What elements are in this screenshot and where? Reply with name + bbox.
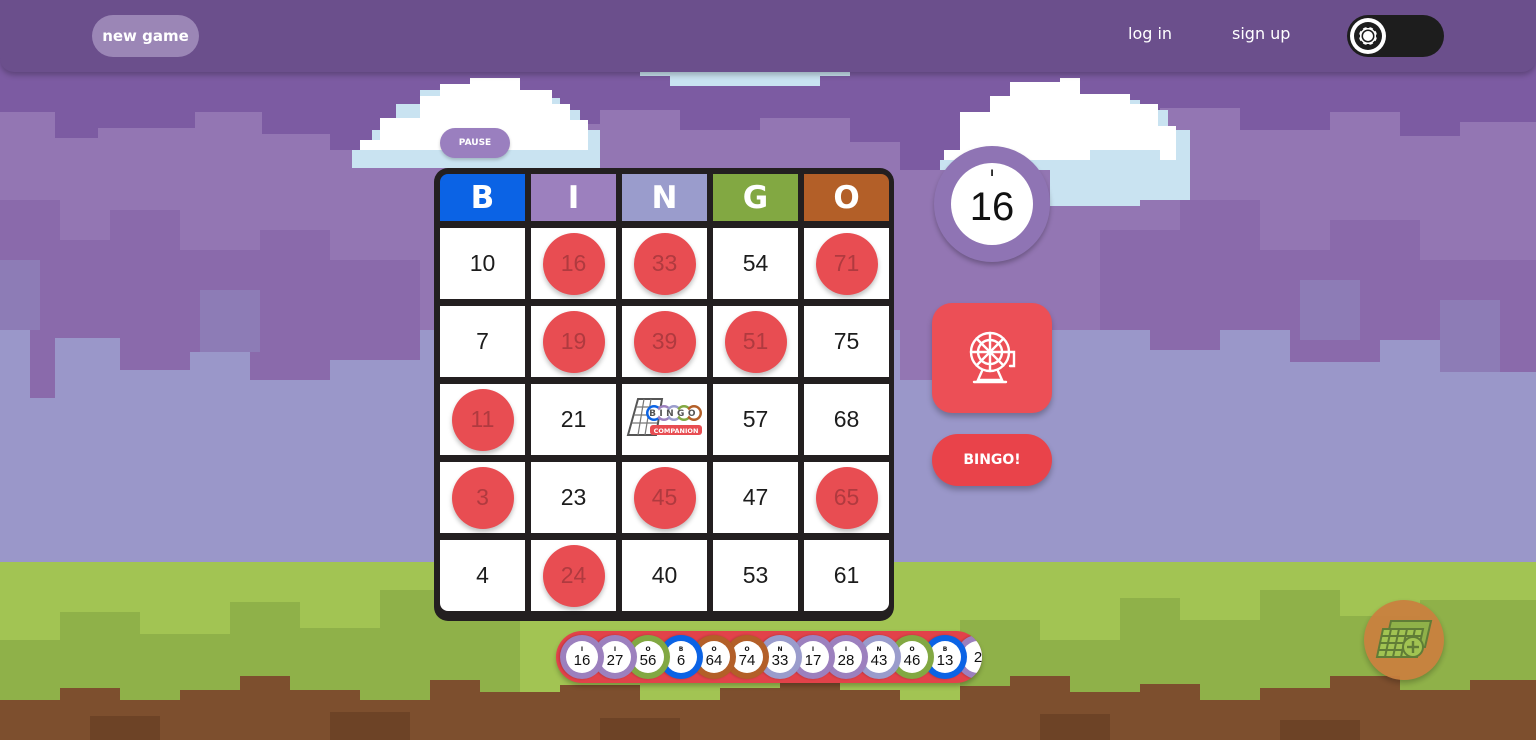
gear-icon	[1350, 18, 1386, 54]
cell-number: 23	[560, 484, 587, 510]
cell-number: 75	[833, 328, 860, 354]
called-ball-number: 27	[606, 652, 624, 669]
called-ball: I 16	[560, 635, 604, 679]
called-ball-number: 17	[804, 652, 822, 669]
cell-number: 19	[560, 328, 587, 354]
card-grid: B I N G O 10 16 33 54 71 7 19 39 51 75 11 21 BINGO CO…	[440, 174, 889, 611]
bingo-card: B I N G O 10 16 33 54 71 7 19 39 51 75 11 21 BINGO CO…	[434, 168, 894, 621]
card-cell-o-68[interactable]: 68	[804, 384, 889, 455]
add-card-icon	[1375, 620, 1433, 658]
card-cell-g-51[interactable]: 51	[713, 306, 798, 377]
card-cell-n-45[interactable]: 45	[622, 462, 707, 533]
card-cell-g-53[interactable]: 53	[713, 540, 798, 611]
card-cell-n-39[interactable]: 39	[622, 306, 707, 377]
column-header-g: G	[713, 174, 798, 221]
free-space[interactable]: BINGO COMPANION	[622, 384, 707, 455]
bingo-call-button[interactable]: BINGO!	[932, 434, 1052, 486]
card-cell-o-75[interactable]: 75	[804, 306, 889, 377]
card-cell-g-54[interactable]: 54	[713, 228, 798, 299]
cell-number: 65	[833, 484, 860, 510]
bingo-cage-icon	[969, 331, 1016, 384]
current-ball-face: I 16	[951, 163, 1033, 245]
called-ball-number: 16	[573, 652, 591, 669]
svg-text:COMPANION: COMPANION	[653, 427, 698, 435]
card-cell-b-10[interactable]: 10	[440, 228, 525, 299]
card-cell-i-23[interactable]: 23	[531, 462, 616, 533]
bingo-companion-logo-icon: BINGO COMPANION	[626, 397, 702, 436]
called-balls-list: I 16 I 27 O 56 B 6 O 64 O 74 N 33 I 17 I 28 N 43 O 46 B 13 2	[560, 635, 982, 679]
current-ball: I 16	[934, 146, 1050, 262]
called-ball-number: 6	[676, 652, 686, 669]
card-cell-n-40[interactable]: 40	[622, 540, 707, 611]
cell-number: 57	[742, 406, 769, 432]
cell-number: 40	[651, 562, 678, 588]
cell-number: 68	[833, 406, 860, 432]
card-cell-b-4[interactable]: 4	[440, 540, 525, 611]
card-cell-b-7[interactable]: 7	[440, 306, 525, 377]
card-cell-i-21[interactable]: 21	[531, 384, 616, 455]
card-cell-b-3[interactable]: 3	[440, 462, 525, 533]
card-cell-g-57[interactable]: 57	[713, 384, 798, 455]
card-cell-o-71[interactable]: 71	[804, 228, 889, 299]
add-card-button[interactable]	[1364, 600, 1444, 680]
svg-text:BINGO: BINGO	[649, 409, 699, 419]
column-header-b: B	[440, 174, 525, 221]
card-cell-o-65[interactable]: 65	[804, 462, 889, 533]
pause-button[interactable]: PAUSE	[440, 128, 510, 158]
login-link[interactable]: log in	[1128, 24, 1172, 43]
cell-number: 39	[651, 328, 678, 354]
cell-number: 53	[742, 562, 769, 588]
cell-number: 51	[742, 328, 769, 354]
current-ball-number: 16	[969, 184, 1015, 229]
cell-number: 45	[651, 484, 678, 510]
called-ball-number: 33	[771, 652, 789, 669]
called-ball-number: 13	[936, 652, 954, 669]
cell-number: 54	[742, 250, 769, 276]
cell-number: 61	[833, 562, 860, 588]
called-balls-tray[interactable]: I 16 I 27 O 56 B 6 O 64 O 74 N 33 I 17 I 28 N 43 O 46 B 13 2	[556, 631, 982, 683]
called-ball-number: 46	[903, 652, 921, 669]
cell-number: 71	[833, 250, 860, 276]
cell-number: 11	[470, 406, 495, 432]
top-bar: new game log in sign up	[0, 0, 1536, 72]
card-cell-b-11[interactable]: 11	[440, 384, 525, 455]
card-cell-n-33[interactable]: 33	[622, 228, 707, 299]
new-game-button[interactable]: new game	[92, 15, 199, 57]
cell-number: 4	[476, 562, 489, 588]
called-ball-number: 43	[870, 652, 888, 669]
cell-number: 7	[476, 328, 489, 354]
cell-number: 24	[560, 562, 587, 588]
cell-number: 21	[560, 406, 587, 432]
signup-link[interactable]: sign up	[1232, 24, 1290, 43]
called-ball-number: 74	[738, 652, 756, 669]
called-ball-face: I 16	[566, 641, 598, 673]
cell-number: 3	[476, 484, 489, 510]
cell-number: 33	[651, 250, 678, 276]
cell-number: 10	[469, 250, 496, 276]
card-cell-i-24[interactable]: 24	[531, 540, 616, 611]
theme-toggle[interactable]	[1347, 15, 1444, 57]
called-ball-number: 28	[837, 652, 855, 669]
column-header-i: I	[531, 174, 616, 221]
called-ball-number: 64	[705, 652, 723, 669]
called-ball-number: 2	[973, 648, 982, 666]
called-ball-number: 56	[639, 652, 657, 669]
card-cell-o-61[interactable]: 61	[804, 540, 889, 611]
card-cell-i-19[interactable]: 19	[531, 306, 616, 377]
card-cell-g-47[interactable]: 47	[713, 462, 798, 533]
card-cell-i-16[interactable]: 16	[531, 228, 616, 299]
current-ball-letter: I	[990, 169, 994, 179]
draw-ball-button[interactable]	[932, 303, 1052, 413]
cell-number: 47	[742, 484, 769, 510]
column-header-o: O	[804, 174, 889, 221]
cell-number: 16	[560, 250, 587, 276]
column-header-n: N	[622, 174, 707, 221]
